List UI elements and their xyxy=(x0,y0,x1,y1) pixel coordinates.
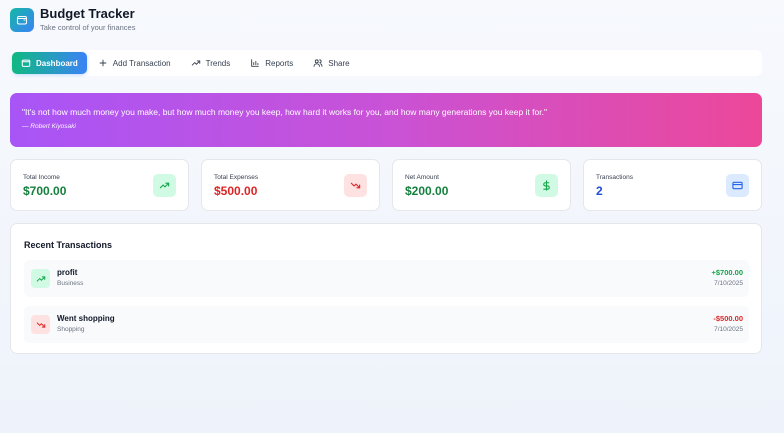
transaction-date: 7/10/2025 xyxy=(714,280,743,287)
stat-value: $500.00 xyxy=(214,184,258,198)
quote-banner: "It's not how much money you make, but h… xyxy=(10,93,762,147)
nav-dashboard[interactable]: Dashboard xyxy=(12,52,87,74)
nav-add-transaction-label: Add Transaction xyxy=(112,58,171,68)
nav-reports-label: Reports xyxy=(265,58,294,68)
dollar-icon xyxy=(535,174,558,197)
recent-transactions-panel: Recent Transactions profit Business +$70… xyxy=(10,223,762,354)
trending-up-icon xyxy=(153,174,176,197)
main-nav: Dashboard Add Transaction Trends Reports… xyxy=(10,50,762,76)
transaction-date: 7/10/2025 xyxy=(714,326,743,333)
credit-card-icon xyxy=(726,174,749,197)
quote-author: — Robert Kiyosaki xyxy=(22,123,76,130)
dashboard-icon xyxy=(21,59,31,67)
stat-value: 2 xyxy=(596,184,603,198)
quote-text: "It's not how much money you make, but h… xyxy=(22,107,548,117)
wallet-icon xyxy=(10,7,34,32)
stat-label: Net Amount xyxy=(405,174,439,181)
transaction-title: Went shopping xyxy=(57,314,115,323)
trending-down-icon xyxy=(344,174,367,197)
transaction-amount: +$700.00 xyxy=(711,268,744,277)
transaction-amount: -$500.00 xyxy=(713,314,743,323)
transaction-category: Business xyxy=(57,280,84,287)
nav-dashboard-label: Dashboard xyxy=(36,58,78,68)
stat-card-total-expenses: Total Expenses $500.00 xyxy=(201,159,380,211)
nav-share[interactable]: Share xyxy=(304,52,358,74)
trending-up-icon xyxy=(31,269,50,288)
plus-icon xyxy=(99,59,107,67)
stat-card-transactions: Transactions 2 xyxy=(583,159,762,211)
stat-label: Total Income xyxy=(23,174,60,181)
stat-card-net-amount: Net Amount $200.00 xyxy=(392,159,571,211)
transaction-row[interactable]: profit Business +$700.00 7/10/2025 xyxy=(24,260,749,297)
app-subtitle: Take control of your finances xyxy=(40,23,136,32)
nav-reports[interactable]: Reports xyxy=(241,52,302,74)
recent-transactions-title: Recent Transactions xyxy=(24,240,113,250)
bar-chart-icon xyxy=(251,59,260,67)
stat-value: $200.00 xyxy=(405,184,449,198)
app-title: Budget Tracker xyxy=(40,6,135,21)
trending-down-icon xyxy=(31,315,50,334)
transaction-title: profit xyxy=(57,268,78,277)
nav-trends[interactable]: Trends xyxy=(182,52,240,74)
stat-card-total-income: Total Income $700.00 xyxy=(10,159,189,211)
users-icon xyxy=(313,59,323,67)
trending-icon xyxy=(191,60,200,66)
stat-label: Transactions xyxy=(596,174,633,181)
stat-label: Total Expenses xyxy=(214,174,259,181)
transaction-category: Shopping xyxy=(57,326,85,333)
nav-add-transaction[interactable]: Add Transaction xyxy=(89,52,180,74)
transaction-row[interactable]: Went shopping Shopping -$500.00 7/10/202… xyxy=(24,306,749,343)
nav-share-label: Share xyxy=(328,58,350,68)
nav-trends-label: Trends xyxy=(205,58,231,68)
app-header: Budget Tracker Take control of your fina… xyxy=(10,7,135,32)
stat-value: $700.00 xyxy=(23,184,67,198)
